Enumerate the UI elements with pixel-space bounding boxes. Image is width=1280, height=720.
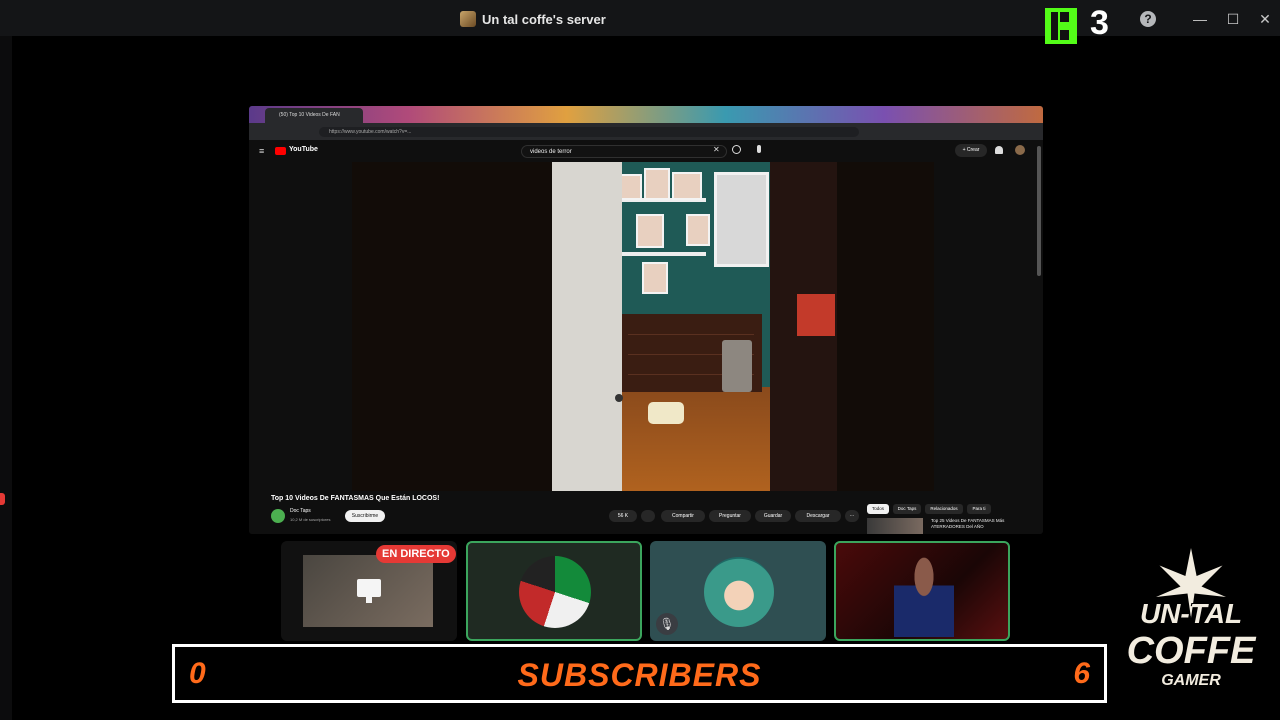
youtube-header: ≡ YouTube videos de terror ✕ + Crear <box>249 140 1043 162</box>
video-picture-frame <box>686 214 710 246</box>
mic-icon[interactable] <box>757 145 761 153</box>
recommended-title[interactable]: Top 25 Videos De FANTASMAS Más ATERRADOR… <box>931 518 1011 530</box>
search-input[interactable]: videos de terror <box>521 145 727 158</box>
minimize-button[interactable]: — <box>1187 8 1213 30</box>
create-button[interactable]: + Crear <box>955 144 987 157</box>
download-button[interactable]: Descargar <box>795 510 841 522</box>
video-player[interactable] <box>352 162 934 491</box>
close-button[interactable]: ✕ <box>1252 8 1278 30</box>
kick-logo-icon <box>1045 8 1077 44</box>
maximize-button[interactable]: ☐ <box>1220 8 1246 30</box>
youtube-logo-text: YouTube <box>289 146 318 153</box>
chip-for-you[interactable]: Para ti <box>967 504 991 514</box>
help-icon[interactable]: ? <box>1140 11 1156 27</box>
brand-line-2: COFFE <box>1126 630 1256 672</box>
avatar <box>704 557 774 627</box>
video-window <box>714 172 769 267</box>
menu-icon[interactable]: ≡ <box>259 146 264 156</box>
browser-tab[interactable]: (50) Top 10 Videos De FAN <box>265 108 363 123</box>
brand-line-1: UN-TAL <box>1139 598 1243 629</box>
video-basket <box>722 340 752 392</box>
screen-share-stream[interactable]: (50) Top 10 Videos De FAN https://www.yo… <box>249 106 1043 534</box>
browser-tab-bar: (50) Top 10 Videos De FAN <box>249 106 1043 123</box>
ask-button[interactable]: Preguntar <box>709 510 751 522</box>
chip-all[interactable]: Todos <box>867 504 889 514</box>
video-picture-frame <box>636 214 664 248</box>
video-picture-frame <box>672 172 702 200</box>
notification-marker <box>0 493 5 505</box>
like-button[interactable]: 56 K <box>609 510 637 522</box>
bell-icon[interactable] <box>995 146 1003 154</box>
kick-count: 3 <box>1090 4 1109 42</box>
chip-related[interactable]: Relacionados <box>925 504 963 514</box>
left-edge-panel <box>0 36 12 720</box>
participant-tile-webcam[interactable] <box>834 541 1010 641</box>
video-title[interactable]: Top 10 Videos De FANTASMAS Que Están LOC… <box>271 495 439 502</box>
video-toy <box>648 402 684 424</box>
participant-tile-anime[interactable]: 🎙 <box>650 541 826 641</box>
avatar[interactable] <box>1015 145 1025 155</box>
share-button[interactable]: Compartir <box>661 510 705 522</box>
video-picture-frame <box>642 262 668 294</box>
save-button[interactable]: Guardar <box>755 510 791 522</box>
more-button[interactable]: ··· <box>845 510 859 522</box>
subscribers-label: SUBSCRIBERS <box>517 657 762 693</box>
clear-search-icon[interactable]: ✕ <box>713 145 720 154</box>
participant-tile-screen-share[interactable]: EN DIRECTO <box>281 541 457 641</box>
browser-address-bar: https://www.youtube.com/watch?v=... <box>249 123 1043 140</box>
subscribe-button[interactable]: Suscribirme <box>345 510 385 522</box>
channel-name[interactable]: Doc Taps <box>290 508 311 514</box>
window-title: Un tal coffe's server <box>482 11 606 27</box>
subscribers-goal-bar: 0 SUBSCRIBERS 6 <box>172 644 1107 703</box>
video-doorknob <box>615 394 623 402</box>
server-icon <box>460 11 476 27</box>
video-info: Top 10 Videos De FANTASMAS Que Están LOC… <box>249 491 1043 534</box>
brand-logo: UN-TAL COFFE GAMER <box>1112 548 1270 708</box>
chip-doc-taps[interactable]: Doc Taps <box>893 504 921 514</box>
subscribers-goal: 6 <box>1073 657 1090 690</box>
video-door <box>552 162 622 491</box>
video-shelf <box>610 252 706 256</box>
brand-line-3: GAMER <box>1161 672 1221 689</box>
channel-subscribers: 10,2 M de suscriptores <box>290 517 331 522</box>
monitor-stand <box>366 597 372 603</box>
video-toy-house <box>797 294 835 336</box>
scrollbar[interactable] <box>1037 146 1041 276</box>
participant-tile-flag[interactable] <box>466 541 642 641</box>
youtube-logo-icon[interactable] <box>275 147 286 155</box>
live-badge: EN DIRECTO <box>376 545 456 563</box>
dislike-button[interactable] <box>641 510 655 522</box>
channel-avatar[interactable] <box>271 509 285 523</box>
search-icon[interactable] <box>732 145 741 154</box>
muted-mic-icon: 🎙 <box>656 613 678 635</box>
video-picture-frame <box>644 168 670 200</box>
recommended-thumbnail[interactable] <box>867 518 923 534</box>
window-title-group: Un tal coffe's server <box>460 10 606 28</box>
monitor-icon <box>357 579 381 597</box>
url-field[interactable]: https://www.youtube.com/watch?v=... <box>319 127 859 137</box>
avatar <box>519 556 591 628</box>
webcam-person <box>894 551 954 637</box>
title-bar: Un tal coffe's server 3 ? — ☐ ✕ <box>0 0 1280 44</box>
